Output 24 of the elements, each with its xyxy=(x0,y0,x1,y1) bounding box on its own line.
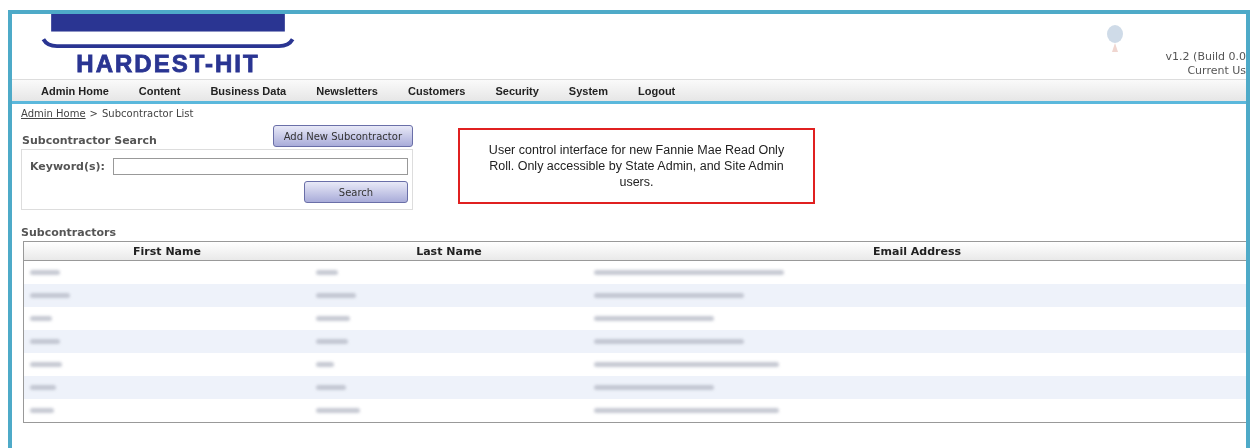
breadcrumb-link[interactable]: Admin Home xyxy=(21,108,86,119)
section-title: Subcontractor Search xyxy=(21,134,157,147)
nav-item[interactable]: Content xyxy=(123,84,196,97)
nav-item[interactable]: Security xyxy=(480,84,554,97)
logo-drawing: HARDEST-HIT xyxy=(38,14,298,77)
breadcrumb-separator: > xyxy=(89,108,98,119)
nav-item[interactable]: Business Data xyxy=(195,84,302,97)
nav-item[interactable]: Customers xyxy=(392,84,481,97)
add-subcontractor-button[interactable]: Add New Subcontractor xyxy=(272,125,413,147)
column-header: Email Address xyxy=(872,244,962,258)
nav-item[interactable]: Newsletters xyxy=(301,84,393,97)
current-user-text: Current Us xyxy=(1187,64,1246,78)
nav-item[interactable]: Admin Home xyxy=(26,84,124,97)
column-header: First Name xyxy=(132,244,202,258)
keyword-label: Keyword(s): xyxy=(30,160,105,173)
nav-item[interactable]: Logout xyxy=(623,84,691,97)
search-button[interactable]: Search xyxy=(304,181,408,203)
keyword-field[interactable] xyxy=(113,158,408,175)
annotation-note: User control interface for new Fannie Mae Read Only Roll. Only accessible by State Admin, and Site Admin users. xyxy=(458,128,815,204)
nav-item[interactable]: System xyxy=(553,84,623,97)
table-title: Subcontractors xyxy=(21,226,117,239)
version-text: v1.2 (Build 0.0 xyxy=(1165,50,1246,64)
breadcrumb-current: Subcontractor List xyxy=(102,108,194,119)
column-header: Last Name xyxy=(415,244,483,258)
